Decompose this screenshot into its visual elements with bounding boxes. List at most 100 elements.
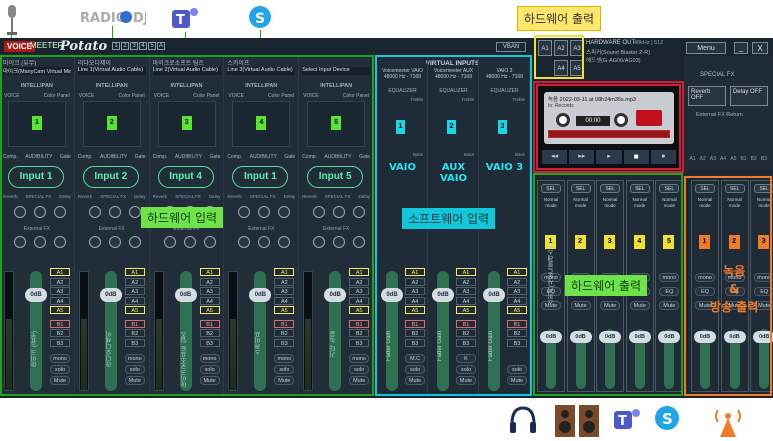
hw-out-a1-button[interactable]: A1 (538, 40, 552, 56)
fader-knob[interactable]: 0dB (249, 288, 272, 302)
ext-fx-knob[interactable] (183, 236, 196, 248)
input-device-select[interactable]: Line 3(Virtual Audio Cable) (227, 67, 296, 75)
master-fader-knob[interactable]: 0dB (599, 331, 622, 343)
header-chip[interactable]: 4 (139, 42, 147, 50)
solo-button[interactable]: solo (199, 365, 220, 374)
mute-button[interactable]: Mute (507, 376, 527, 385)
fader-knob[interactable]: 0dB (324, 288, 347, 302)
ext-fx-knob[interactable] (238, 236, 251, 248)
bus-a3-button[interactable]: A3 (507, 287, 527, 295)
sel-button[interactable]: SEL (659, 184, 680, 193)
bus-a4-button[interactable]: A4 (456, 296, 476, 305)
ext-fx-knob[interactable] (88, 236, 101, 248)
mono-button[interactable]: mono (199, 354, 220, 363)
fx-knob[interactable] (14, 206, 26, 218)
mode-button[interactable]: Normal mode (753, 197, 773, 211)
ext-fx-knob[interactable] (258, 236, 271, 248)
bus-a2-button[interactable]: A2 (349, 277, 370, 286)
pan-cursor[interactable]: 3 (181, 116, 192, 130)
mute-button[interactable]: Mute (124, 376, 145, 385)
input-label[interactable]: Input 4 (157, 166, 214, 188)
fader-knob[interactable]: 0dB (99, 288, 122, 302)
mute-button[interactable]: Mute (349, 376, 370, 385)
bus-b2-button[interactable]: B2 (405, 329, 425, 337)
fx-knob[interactable] (278, 206, 291, 218)
fader-knob[interactable]: 0dB (174, 288, 197, 302)
bus-a1-button[interactable]: A1 (274, 268, 295, 276)
virtual-cursor[interactable]: 3 (498, 120, 507, 134)
bus-a3-button[interactable]: A3 (274, 287, 295, 295)
ext-fx-knob[interactable] (108, 236, 121, 248)
ext-fx-knob[interactable] (278, 236, 291, 248)
mute-button[interactable]: Mute (50, 376, 70, 385)
ext-fx-knob[interactable] (14, 236, 26, 248)
mute-button[interactable]: Mute (570, 301, 591, 310)
strip-title[interactable]: 스카이프 (227, 58, 249, 67)
mode-button[interactable]: Normal mode (658, 197, 680, 211)
bus-a2-button[interactable]: A2 (124, 277, 145, 286)
bus-a1-button[interactable]: A1 (507, 268, 527, 276)
fx-knob[interactable] (108, 206, 121, 218)
bus-a1-button[interactable]: A1 (405, 268, 425, 276)
bus-a3-button[interactable]: A3 (124, 287, 145, 295)
fx-knob[interactable] (313, 206, 326, 218)
header-chip[interactable]: 1 (112, 42, 120, 50)
pan-cursor[interactable]: 4 (256, 116, 267, 130)
input-device-select[interactable]: Select Input Device (302, 67, 371, 75)
menu-button[interactable]: Menu (686, 42, 726, 54)
sel-button[interactable]: SEL (541, 184, 561, 193)
hw-out-a4-button[interactable]: A4 (554, 60, 568, 76)
pan-cursor[interactable]: 1 (32, 116, 42, 130)
ext-fx-knob[interactable] (313, 236, 326, 248)
ext-fx-knob[interactable] (54, 236, 66, 248)
close-button[interactable]: X (752, 42, 768, 54)
mono-button[interactable]: mono (659, 273, 680, 282)
intellipan-pad[interactable]: 4 (232, 101, 291, 147)
header-chip[interactable]: 3 (130, 42, 138, 50)
fast-forward-icon[interactable]: ▸▸ (569, 150, 595, 164)
rewind-icon[interactable]: ◂◂ (542, 150, 568, 164)
bus-a5-button[interactable]: A5 (349, 306, 370, 314)
fx-return-b1[interactable]: B1 (739, 156, 748, 164)
bus-b3-button[interactable]: B3 (50, 338, 70, 347)
mute-button[interactable]: Mute (629, 301, 650, 310)
bus-b3-button[interactable]: B3 (274, 338, 295, 347)
bus-a2-button[interactable]: A2 (199, 277, 220, 286)
pan-cursor[interactable]: 2 (106, 116, 117, 130)
input-label[interactable]: Input 2 (82, 166, 139, 188)
master-fader-knob[interactable]: 0dB (694, 331, 716, 343)
fader-knob[interactable]: 0dB (381, 288, 403, 302)
master-fader-knob[interactable]: 0dB (569, 331, 592, 343)
bus-b2-button[interactable]: B2 (349, 329, 370, 337)
master-fader-knob[interactable]: 0dB (658, 331, 681, 343)
bus-b3-button[interactable]: B3 (456, 338, 476, 347)
sel-button[interactable]: SEL (724, 184, 745, 193)
minimize-button[interactable]: _ (734, 42, 748, 54)
header-chip[interactable]: 2 (121, 42, 129, 50)
fx-knob[interactable] (54, 206, 66, 218)
bus-a2-button[interactable]: A2 (507, 277, 527, 286)
virtual-cursor[interactable]: 2 (447, 120, 456, 134)
strip-title[interactable]: 리다오디제이 (78, 58, 111, 67)
virtual-cursor[interactable]: 1 (396, 120, 405, 134)
bus-a4-button[interactable]: A4 (349, 296, 370, 305)
mute-button[interactable]: Mute (456, 376, 476, 385)
fx-knob[interactable] (333, 206, 346, 218)
input-device-select[interactable]: Line 1(Virtual Audio Cable) (77, 67, 146, 75)
input-device-select[interactable]: 마이크(ManyCam Virtual Micro (3, 67, 71, 75)
bus-a3-button[interactable]: A3 (50, 287, 70, 295)
bus-a1-button[interactable]: A1 (456, 268, 476, 276)
input-label[interactable]: Input 1 (8, 166, 64, 188)
fader-knob[interactable]: 0dB (432, 288, 454, 302)
header-chip[interactable]: 5 (148, 42, 156, 50)
hw-out-device-1[interactable]: 스피커(Sound Blaster Z-R) (586, 48, 650, 56)
mono-button[interactable]: mono (124, 354, 145, 363)
fx-return-a4[interactable]: A4 (719, 156, 728, 164)
mono-button[interactable]: mono (349, 354, 370, 363)
bus-a2-button[interactable]: A2 (456, 277, 476, 286)
mode-button[interactable]: Normal mode (694, 197, 716, 211)
bus-a3-button[interactable]: A3 (456, 287, 476, 295)
master-fader-knob[interactable]: 0dB (753, 331, 773, 343)
bus-a1-button[interactable]: A1 (124, 268, 145, 276)
mode-button[interactable]: Normal mode (629, 197, 651, 211)
